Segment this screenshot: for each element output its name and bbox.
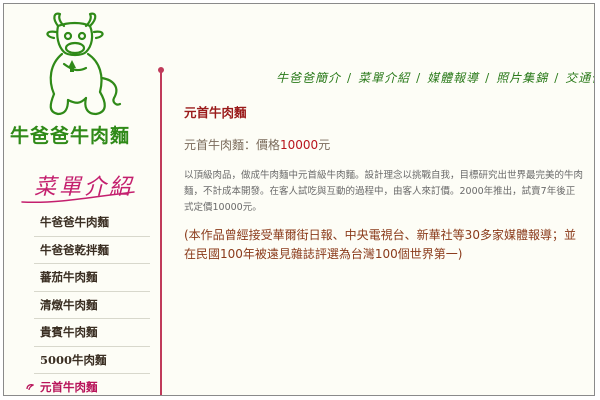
price-unit: 元	[318, 138, 331, 152]
sidebar-item-head-of-state-beef-noodle[interactable]: 元首牛肉麵	[26, 374, 150, 395]
page-frame: 牛爸爸牛肉麵 菜單介紹 牛爸爸牛肉麵 牛爸爸乾拌麵 蕃茄牛肉麵 清燉牛肉麵 貴賓…	[3, 3, 595, 396]
sidebar-item-clear-stewed-beef-noodle[interactable]: 清燉牛肉麵	[34, 292, 150, 319]
nav-item-media[interactable]: 媒體報導	[427, 71, 479, 85]
main-content: 元首牛肉麵 元首牛肉麵：價格10000元 以頂級肉品，做成牛肉麵中元首級牛肉麵。…	[184, 102, 584, 276]
top-nav: 牛爸爸簡介 / 菜單介紹 / 媒體報導 / 照片集錦 / 交通位置	[276, 69, 594, 86]
nav-item-location[interactable]: 交通位置	[565, 71, 594, 85]
nav-item-about[interactable]: 牛爸爸簡介	[276, 71, 341, 85]
vertical-divider	[160, 70, 162, 395]
nav-item-photos[interactable]: 照片集錦	[496, 71, 548, 85]
nav-separator: /	[554, 71, 560, 85]
price-line: 元首牛肉麵：價格10000元	[184, 136, 584, 153]
nav-separator: /	[347, 71, 353, 85]
description-text: 以頂級肉品，做成牛肉麵中元首級牛肉麵。設計理念以挑戰自我，目標研究出世界最完美的…	[184, 170, 584, 213]
title-swoosh-icon	[21, 191, 135, 204]
price-label: 元首牛肉麵：價格	[184, 138, 281, 152]
price-value: 10000	[280, 138, 319, 152]
cartoon-cow-logo-icon[interactable]	[28, 8, 132, 120]
sidebar-item-niu-baba-dry-noodle[interactable]: 牛爸爸乾拌麵	[34, 237, 150, 264]
page-title: 元首牛肉麵	[184, 105, 247, 120]
nav-separator: /	[485, 71, 491, 85]
active-bullet-icon	[26, 383, 34, 391]
brand-name: 牛爸爸牛肉麵	[10, 125, 131, 147]
sidebar-item-vip-beef-noodle[interactable]: 貴賓牛肉麵	[34, 319, 150, 347]
nav-item-menu[interactable]: 菜單介紹	[358, 71, 410, 85]
nav-separator: /	[416, 71, 422, 85]
sidebar-menu: 牛爸爸牛肉麵 牛爸爸乾拌麵 蕃茄牛肉麵 清燉牛肉麵 貴賓牛肉麵 5000牛肉麵 …	[26, 209, 150, 395]
sidebar-item-niu-baba-beef-noodle[interactable]: 牛爸爸牛肉麵	[34, 209, 150, 237]
sidebar-item-tomato-beef-noodle[interactable]: 蕃茄牛肉麵	[34, 264, 150, 292]
left-column: 牛爸爸牛肉麵 菜單介紹 牛爸爸牛肉麵 牛爸爸乾拌麵 蕃茄牛肉麵 清燉牛肉麵 貴賓…	[4, 4, 152, 395]
award-text: (本作品曾經接受華爾街日報、中央電視台、新華社等30多家媒體報導；並在民國100…	[184, 227, 576, 261]
sidebar-item-5000-beef-noodle[interactable]: 5000牛肉麵	[34, 347, 150, 374]
